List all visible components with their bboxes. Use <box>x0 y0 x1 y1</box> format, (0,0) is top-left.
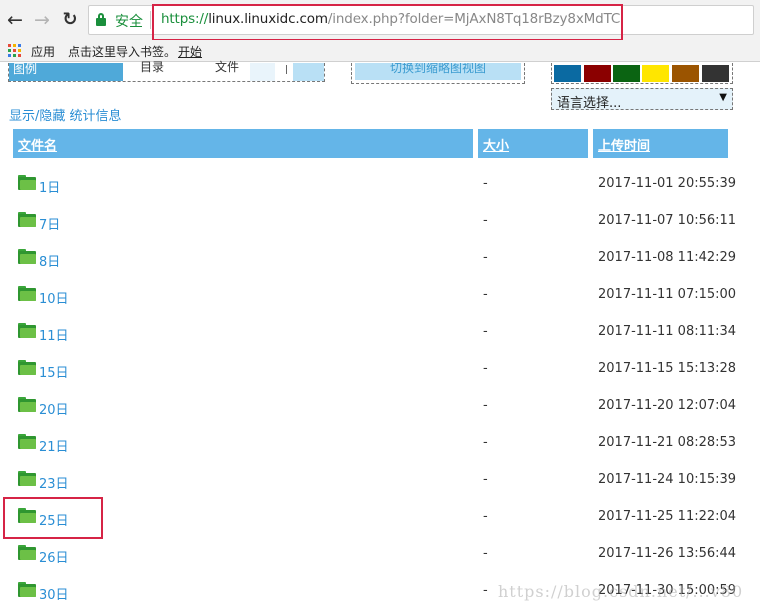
legend-title: 图例 <box>9 63 123 81</box>
dropdown-caret-icon: ▼ <box>719 92 727 103</box>
folder-link[interactable]: 8日 <box>39 251 60 270</box>
watermark: https://blog.csdn.net/...v80 <box>498 582 744 601</box>
theme-color-picker <box>551 63 733 84</box>
size-cell: - <box>483 398 488 413</box>
table-row: 1日 - 2017-11-01 20:55:39 <box>0 166 760 203</box>
column-header-name[interactable]: 文件名 <box>13 129 473 158</box>
apps-bookmark[interactable]: 应用 <box>31 43 55 60</box>
table-row: 10日 - 2017-11-11 07:15:00 <box>0 277 760 314</box>
size-cell: - <box>483 361 488 376</box>
table-row: 11日 - 2017-11-11 08:11:34 <box>0 314 760 351</box>
back-arrow-icon[interactable]: ← <box>4 9 26 31</box>
language-select[interactable]: 语言选择... ▼ <box>551 88 733 111</box>
theme-color-yellow[interactable] <box>642 65 669 82</box>
url-separator <box>150 11 151 29</box>
secure-label[interactable]: 安全 <box>115 11 143 31</box>
table-row: 20日 - 2017-11-20 12:07:04 <box>0 388 760 425</box>
upload-time-cell: 2017-11-07 10:56:11 <box>598 213 737 228</box>
folder-link[interactable]: 1日 <box>39 177 60 196</box>
table-row: 7日 - 2017-11-07 10:56:11 <box>0 203 760 240</box>
folder-link[interactable]: 10日 <box>39 288 69 307</box>
column-header-name-label[interactable]: 文件名 <box>18 135 57 154</box>
size-cell: - <box>483 250 488 265</box>
legend-divider <box>286 65 287 74</box>
theme-color-charcoal[interactable] <box>702 65 729 82</box>
folder-icon[interactable] <box>18 249 36 264</box>
toggle-stats-link[interactable]: 显示/隐藏 统计信息 <box>9 105 122 124</box>
folder-link[interactable]: 26日 <box>39 547 69 566</box>
column-header-time[interactable]: 上传时间 <box>593 129 728 158</box>
import-bookmarks-link[interactable]: 点击这里导入书签。 <box>68 43 176 60</box>
upload-time-cell: 2017-11-15 15:13:28 <box>598 361 737 376</box>
table-row: 25日 - 2017-11-25 11:22:04 <box>0 499 760 536</box>
folder-link[interactable]: 7日 <box>39 214 60 233</box>
folder-icon[interactable] <box>18 434 36 449</box>
switch-view-button-frame: 切换到缩略图视图 <box>351 63 525 84</box>
theme-color-brown[interactable] <box>672 65 699 82</box>
upload-time-cell: 2017-11-26 13:56:44 <box>598 546 737 561</box>
folder-link[interactable]: 23日 <box>39 473 69 492</box>
upload-time-cell: 2017-11-11 07:15:00 <box>598 287 737 302</box>
apps-grid-icon[interactable] <box>8 44 21 57</box>
column-header-size[interactable]: 大小 <box>478 129 588 158</box>
folder-icon[interactable] <box>18 175 36 190</box>
theme-color-blue[interactable] <box>554 65 581 82</box>
theme-color-darkred[interactable] <box>584 65 611 82</box>
folder-link[interactable]: 15日 <box>39 362 69 381</box>
folder-icon[interactable] <box>18 397 36 412</box>
size-cell: - <box>483 176 488 191</box>
upload-time-cell: 2017-11-08 11:42:29 <box>598 250 737 265</box>
upload-time-cell: 2017-11-25 11:22:04 <box>598 509 737 524</box>
theme-color-green[interactable] <box>613 65 640 82</box>
table-row: 8日 - 2017-11-08 11:42:29 <box>0 240 760 277</box>
lock-icon[interactable] <box>96 13 106 26</box>
size-cell: - <box>483 583 488 598</box>
upload-time-cell: 2017-11-11 08:11:34 <box>598 324 737 339</box>
upload-time-cell: 2017-11-20 12:07:04 <box>598 398 737 413</box>
legend-file-label: 文件 <box>215 60 240 74</box>
table-row: 15日 - 2017-11-15 15:13:28 <box>0 351 760 388</box>
column-header-size-label[interactable]: 大小 <box>483 135 509 154</box>
folder-icon[interactable] <box>18 545 36 560</box>
size-cell: - <box>483 509 488 524</box>
legend-file-swatch <box>250 63 275 81</box>
folder-icon[interactable] <box>18 360 36 375</box>
start-link[interactable]: 开始 <box>178 43 202 60</box>
folder-icon[interactable] <box>18 286 36 301</box>
folder-icon[interactable] <box>18 471 36 486</box>
table-row: 26日 - 2017-11-26 13:56:44 <box>0 536 760 573</box>
language-select-label: 语言选择... <box>557 96 622 111</box>
folder-icon[interactable] <box>18 212 36 227</box>
reload-icon[interactable]: ↻ <box>59 9 81 31</box>
table-row: 23日 - 2017-11-24 10:15:39 <box>0 462 760 499</box>
switch-view-button[interactable]: 切换到缩略图视图 <box>355 63 521 80</box>
folder-icon[interactable] <box>18 582 36 597</box>
forward-arrow-icon[interactable]: → <box>31 9 53 31</box>
upload-time-cell: 2017-11-01 20:55:39 <box>598 176 737 191</box>
folder-link[interactable]: 11日 <box>39 325 69 344</box>
size-cell: - <box>483 213 488 228</box>
size-cell: - <box>483 287 488 302</box>
folder-icon[interactable] <box>18 323 36 338</box>
legend-highlight-swatch <box>293 63 324 81</box>
url-highlight-box <box>152 4 623 41</box>
column-header-time-label[interactable]: 上传时间 <box>598 135 650 154</box>
upload-time-cell: 2017-11-21 08:28:53 <box>598 435 737 450</box>
size-cell: - <box>483 435 488 450</box>
folder-link[interactable]: 21日 <box>39 436 69 455</box>
table-row: 21日 - 2017-11-21 08:28:53 <box>0 425 760 462</box>
row-highlight-box <box>3 497 103 539</box>
legend-directory-label: 目录 <box>140 60 165 74</box>
size-cell: - <box>483 546 488 561</box>
legend-panel: 图例 目录 文件 <box>8 60 325 82</box>
folder-link[interactable]: 30日 <box>39 584 69 603</box>
folder-link[interactable]: 20日 <box>39 399 69 418</box>
upload-time-cell: 2017-11-24 10:15:39 <box>598 472 737 487</box>
size-cell: - <box>483 472 488 487</box>
size-cell: - <box>483 324 488 339</box>
